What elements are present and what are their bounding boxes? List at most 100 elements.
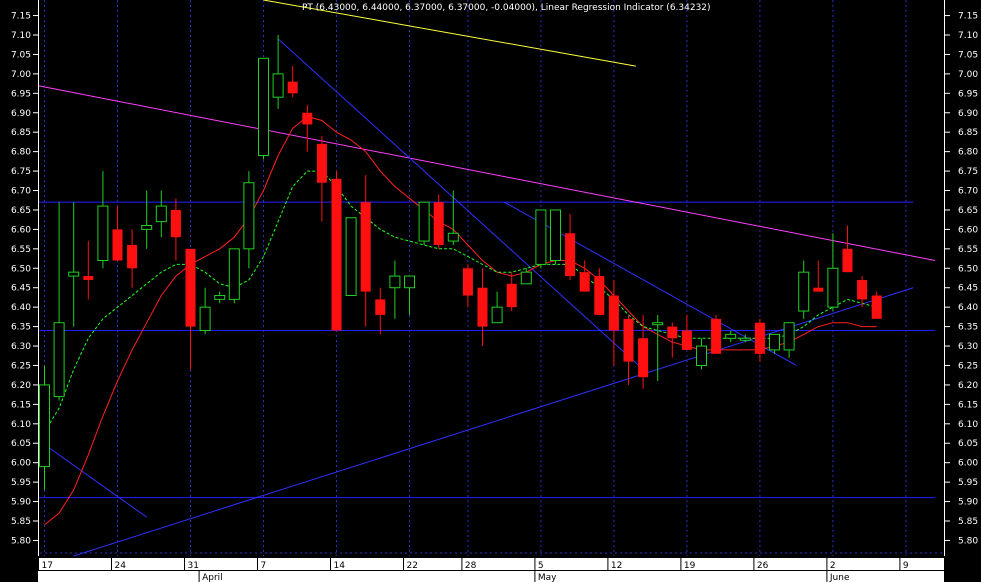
candle-body-down — [813, 287, 824, 292]
candle-body-down — [462, 268, 473, 296]
y-tick-label-left: 6.40 — [11, 303, 31, 313]
y-tick-label-right: 6.55 — [958, 245, 978, 255]
y-tick-label-right: 5.95 — [958, 478, 978, 488]
y-tick-label-left: 6.85 — [11, 128, 31, 138]
y-tick-label-right: 6.15 — [958, 400, 978, 410]
y-tick-label-right: 6.50 — [958, 264, 978, 274]
y-tick-label-left: 6.90 — [11, 109, 31, 119]
x-tick-label: 14 — [334, 561, 346, 571]
candle-body-up — [345, 217, 357, 296]
y-tick-label-right: 7.05 — [958, 50, 978, 60]
y-tick-label-right: 6.40 — [958, 303, 978, 313]
y-tick-label-right: 6.30 — [958, 342, 978, 352]
y-tick-label-right: 6.90 — [958, 109, 978, 119]
candle-body-down — [667, 326, 678, 339]
candle-body-up — [739, 337, 751, 341]
y-tick-label-right: 5.80 — [958, 536, 978, 546]
right-axis-strip — [944, 0, 981, 558]
y-tick-label-right: 6.45 — [958, 284, 978, 294]
y-tick-label-left: 6.45 — [11, 284, 31, 294]
candle-body-up — [725, 333, 737, 339]
y-tick-label-left: 5.95 — [11, 478, 31, 488]
candle-body-down — [127, 244, 138, 269]
y-tick-label-left: 6.05 — [11, 439, 31, 449]
y-tick-label-left: 6.25 — [11, 361, 31, 371]
candle-body-down — [871, 295, 882, 319]
y-tick-label-left: 6.20 — [11, 381, 31, 391]
candle-body-down — [83, 276, 94, 280]
candle-body-up — [696, 345, 707, 366]
candle-body-up — [68, 271, 80, 277]
candle-body-down — [506, 283, 517, 308]
chart-title: PT (6.43000, 6.44000, 6.37000, 6.37000, … — [302, 3, 711, 13]
candle-body-down — [711, 318, 722, 354]
candle-body-down — [842, 248, 853, 273]
candle-body-down — [112, 229, 123, 261]
candle-body-up — [272, 73, 284, 98]
y-tick-label-left: 6.80 — [11, 148, 31, 158]
month-label: June — [829, 573, 850, 582]
candle-body-up — [243, 182, 255, 250]
month-label: May — [538, 573, 557, 582]
candle-body-down — [565, 233, 576, 277]
y-tick-label-right: 7.00 — [958, 70, 978, 80]
y-tick-label-right: 5.85 — [958, 517, 978, 527]
y-tick-label-left: 6.00 — [11, 459, 31, 469]
y-tick-label-left: 7.00 — [11, 70, 31, 80]
y-tick-label-left: 6.35 — [11, 323, 31, 333]
candle-body-up — [389, 275, 401, 289]
y-tick-label-left: 6.55 — [11, 245, 31, 255]
y-tick-label-left: 6.10 — [11, 420, 31, 430]
x-tick-label: 7 — [261, 561, 267, 571]
candle-body-down — [594, 276, 605, 315]
x-tick-label: 12 — [611, 561, 622, 571]
y-tick-label-left: 7.10 — [11, 31, 31, 41]
candle-body-up — [214, 294, 226, 300]
candle-body-down — [681, 330, 692, 350]
y-tick-label-left: 6.50 — [11, 264, 31, 274]
y-tick-label-left: 6.30 — [11, 342, 31, 352]
candle-body-up — [418, 201, 430, 242]
y-tick-label-right: 6.65 — [958, 206, 978, 216]
candle-body-down — [433, 202, 444, 245]
y-tick-label-right: 5.90 — [958, 498, 978, 508]
candle-body-down — [287, 81, 298, 94]
y-tick-label-left: 6.15 — [11, 400, 31, 410]
x-tick-label: 2 — [830, 561, 836, 571]
candle-body-up — [141, 225, 153, 230]
candle-body-up — [652, 322, 664, 326]
y-tick-label-right: 6.85 — [958, 128, 978, 138]
y-tick-label-right: 6.75 — [958, 167, 978, 177]
y-tick-label-right: 6.20 — [958, 381, 978, 391]
candle-body-up — [228, 248, 240, 300]
candle-body-down — [477, 287, 488, 327]
y-tick-label-left: 6.65 — [11, 206, 31, 216]
candle-body-up — [53, 322, 65, 398]
candle-body-down — [170, 209, 181, 238]
y-tick-label-left: 5.85 — [11, 517, 31, 527]
y-tick-label-left: 5.90 — [11, 498, 31, 508]
candle-body-down — [316, 143, 327, 183]
candle-body-up — [258, 57, 269, 157]
candle-body-down — [579, 272, 590, 292]
y-tick-label-left: 5.80 — [11, 536, 31, 546]
y-tick-label-left: 6.75 — [11, 167, 31, 177]
y-tick-label-right: 6.00 — [958, 459, 978, 469]
candle-body-up — [491, 306, 503, 324]
candle-body-down — [608, 295, 619, 331]
candle-body-down — [857, 279, 868, 300]
y-tick-label-right: 6.60 — [958, 225, 978, 235]
candle-body-up — [447, 232, 459, 242]
y-tick-label-left: 7.05 — [11, 50, 31, 60]
y-tick-label-right: 6.05 — [958, 439, 978, 449]
candle-body-up — [404, 275, 415, 289]
month-label: April — [202, 573, 223, 582]
candle-body-up — [550, 209, 561, 262]
candle-body-down — [375, 299, 386, 315]
candle-body-up — [155, 205, 167, 223]
x-tick-label: 9 — [903, 561, 909, 571]
y-tick-label-right: 6.35 — [958, 323, 978, 333]
y-tick-label-right: 6.95 — [958, 89, 978, 99]
y-tick-label-right: 6.70 — [958, 187, 978, 197]
candle-body-down — [623, 318, 634, 362]
